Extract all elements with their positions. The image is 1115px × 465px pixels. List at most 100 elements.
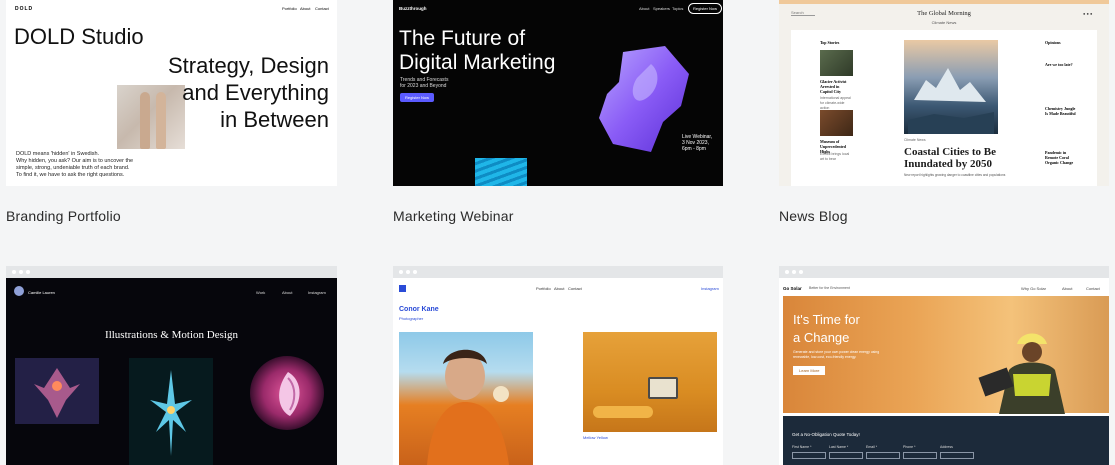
solar-field-label-address: Address [940, 445, 953, 449]
template-card-photographer[interactable]: Portfolio About Contact Instagram Conor … [393, 266, 723, 465]
illus-nav-about[interactable]: About [282, 290, 292, 295]
solar-body-1: Generate and store your own power clean … [793, 350, 880, 354]
news-headline-2: Inundated by 2050 [904, 158, 993, 170]
template-card-news-blog[interactable]: Search The Global Morning Climate News ●… [779, 0, 1109, 186]
conor-nav-about[interactable]: About [554, 286, 564, 291]
template-card-solar[interactable]: Go Solar Better for the Environment Why … [779, 266, 1109, 465]
browser-chrome [6, 266, 337, 278]
browser-chrome [779, 266, 1109, 278]
browser-chrome [393, 266, 723, 278]
news-left-title-1: Glacier Activist Arrested in Capitol Cit… [820, 79, 847, 94]
news-masthead: The Global Morning [917, 10, 971, 17]
dold-headline-3: in Between [220, 107, 329, 132]
solar-field-label-last: Last Name * [829, 445, 849, 449]
news-left-thumb-1 [820, 50, 853, 76]
webinar-nav-speakers[interactable]: Speakers [653, 6, 670, 11]
news-left-text-2: Exhibit brings local art to bear [820, 152, 850, 161]
illus-nav-instagram[interactable]: Instagram [308, 290, 326, 295]
dold-title: DOLD Studio [14, 24, 144, 49]
webinar-nav-about[interactable]: About [639, 6, 649, 11]
solar-nav-why[interactable]: Why Go Solar [1021, 286, 1046, 291]
webinar-logo: Buzzthrough [399, 6, 427, 11]
dold-body-1: DOLD means 'hidden' in Swedish. [16, 151, 100, 157]
solar-field-first[interactable] [792, 452, 826, 459]
illus-name: Camille Lauren [28, 290, 55, 295]
news-right-item-2: Chemistry Jungle Is Made Beautiful [1045, 106, 1076, 116]
conor-subtitle: Photographer [399, 316, 424, 321]
news-left-text-1: International appeal for climate-wide ac… [820, 96, 851, 110]
conor-person [427, 349, 509, 465]
conor-tv [648, 377, 678, 399]
solar-form-title: Get a No-Obligation Quote Today! [792, 432, 860, 437]
dold-headline-1: Strategy, Design [167, 53, 329, 78]
news-right-heading: Opinions [1045, 40, 1061, 45]
solar-body-2: renewable, low-cost, eco-friendly energy… [793, 355, 857, 359]
template-card-marketing-webinar[interactable]: Buzzthrough About Speakers Topics Regist… [393, 0, 723, 186]
solar-field-email[interactable] [866, 452, 900, 459]
webinar-3d-shape [599, 46, 689, 152]
solar-logo: Go Solar [783, 286, 802, 291]
solar-field-address[interactable] [940, 452, 974, 459]
webinar-cta-button[interactable]: Register Now [400, 93, 435, 102]
dold-body-4: To find it, we have to ask the right que… [16, 172, 125, 178]
dold-nav-contact[interactable]: Contact [315, 6, 329, 11]
solar-field-phone[interactable] [903, 452, 937, 459]
news-iceberg [908, 68, 994, 134]
news-masthead-sub: Climate News [931, 20, 957, 25]
dold-nav-portfolio[interactable]: Portfolio [282, 6, 297, 11]
avatar [14, 286, 24, 296]
news-center-text: New report highlights growing danger to … [904, 173, 1006, 177]
webinar-nav-topics[interactable]: Topics [672, 6, 683, 11]
dold-product-photo [117, 85, 185, 149]
conor-logo-square [399, 285, 406, 292]
news-social-icons: ● ● ● [1083, 11, 1093, 16]
news-top-bar [779, 0, 1109, 4]
solar-nav-about[interactable]: About [1062, 286, 1072, 291]
solar-nav-contact[interactable]: Contact [1086, 286, 1100, 291]
dold-model-figure [156, 92, 166, 149]
dold-body-3: simple, strong, undeniable truth of each… [16, 165, 130, 171]
dold-nav-about[interactable]: About [300, 6, 310, 11]
solar-tagline: Better for the Environment [809, 286, 850, 290]
conor-tile-label: Mellow Yellow [583, 435, 608, 440]
solar-field-label-phone: Phone * [903, 445, 916, 449]
illus-shell [279, 372, 300, 416]
illus-creature-2 [150, 370, 192, 456]
conor-social-link[interactable]: Instagram [701, 286, 719, 291]
news-right-item-3: Pandemic in Remote Coral Organic Change [1045, 150, 1074, 165]
conor-nav-contact[interactable]: Contact [568, 286, 582, 291]
conor-nav-portfolio[interactable]: Portfolio [536, 286, 551, 291]
conor-fruit [593, 406, 653, 418]
webinar-nav-register-button[interactable]: Register Now [688, 3, 723, 14]
news-center-tag: Climate News [904, 138, 926, 142]
dold-model-figure [140, 92, 150, 149]
solar-field-label-first: First Name * [792, 445, 812, 449]
webinar-subtitle-2: for 2023 and Beyond [400, 83, 447, 89]
template-card-branding-portfolio[interactable]: DOLD Portfolio About Contact DOLD Studio… [6, 0, 337, 186]
conor-name: Conor Kane [399, 306, 439, 313]
news-left-heading: Top Stories [820, 40, 840, 45]
solar-worker [978, 333, 1065, 414]
news-left-thumb-2 [820, 110, 853, 136]
webinar-event-3: 6pm - 8pm [682, 146, 706, 152]
template-gallery: DOLD Portfolio About Contact DOLD Studio… [0, 0, 1115, 465]
solar-title-1: It's Time for [793, 312, 860, 327]
webinar-title-1: The Future of [399, 27, 526, 50]
webinar-pool-image [475, 158, 527, 186]
illus-creature-1 [34, 368, 80, 418]
solar-title-2: a Change [793, 330, 850, 345]
webinar-title-2: Digital Marketing [399, 51, 556, 74]
solar-field-last[interactable] [829, 452, 863, 459]
dold-body-2: Why hidden, you ask? Our aim is to uncov… [16, 158, 134, 164]
illus-title: Illustrations & Motion Design [105, 329, 238, 341]
caption-marketing-webinar[interactable]: Marketing Webinar [393, 208, 514, 224]
caption-news-blog[interactable]: News Blog [779, 208, 848, 224]
caption-branding-portfolio[interactable]: Branding Portfolio [6, 208, 121, 224]
solar-cta-button[interactable]: Learn More [793, 366, 826, 375]
template-card-illustrations[interactable]: Camille Lauren Work About Instagram Illu… [6, 266, 337, 465]
dold-headline-2: and Everything [182, 80, 329, 105]
illus-nav-work[interactable]: Work [256, 290, 265, 295]
news-headline-1: Coastal Cities to Be [904, 146, 996, 158]
news-right-item-1: Are we too late? [1045, 62, 1073, 67]
solar-field-label-email: Email * [866, 445, 878, 449]
